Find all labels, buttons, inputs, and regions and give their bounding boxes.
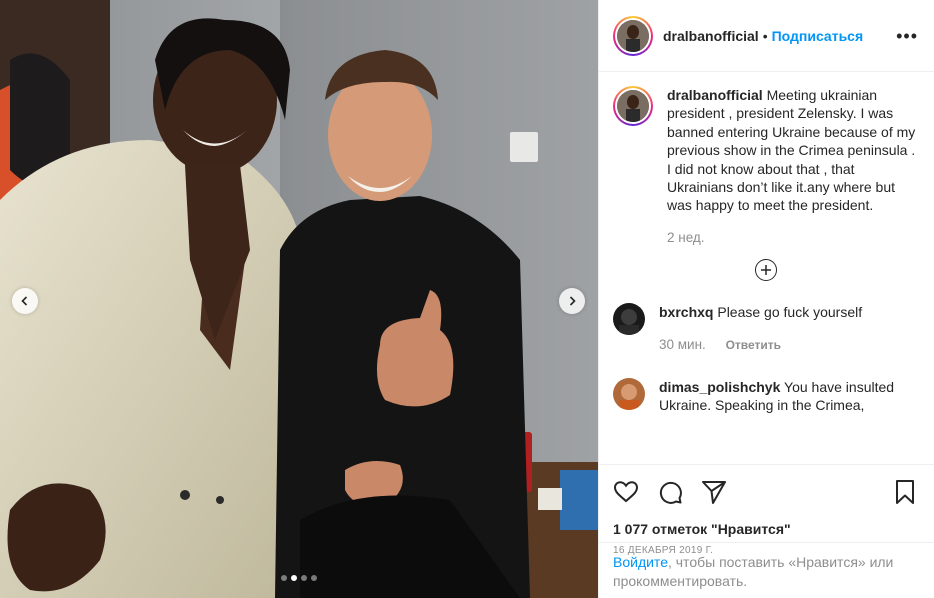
likes-count[interactable]: 1 077 отметок "Нравится" <box>613 521 918 537</box>
post-author-username[interactable]: dralbanofficial <box>663 28 759 44</box>
more-options-icon[interactable]: ••• <box>896 27 918 45</box>
carousel-dot <box>281 575 287 581</box>
login-link[interactable]: Войдите <box>613 554 668 570</box>
post-header: dralbanofficial • Подписаться ••• <box>599 0 934 72</box>
comment-username[interactable]: dimas_polishchyk <box>659 379 780 395</box>
carousel-dot <box>311 575 317 581</box>
comment-text: Please go fuck yourself <box>717 304 863 321</box>
plus-circle-icon <box>760 265 771 276</box>
carousel-indicator <box>0 575 598 581</box>
comment-item: bxrchxq Please go fuck yourself 30 мин. … <box>613 303 918 354</box>
heart-icon <box>613 481 639 503</box>
carousel-dot <box>291 575 297 581</box>
like-button[interactable] <box>613 479 639 505</box>
login-prompt: Войдите, чтобы поставить «Нравится» или … <box>599 542 934 598</box>
send-icon <box>702 481 726 504</box>
post-photo[interactable] <box>0 0 598 598</box>
comment-item: dimas_polishchyk You have insulted Ukrai… <box>613 378 918 415</box>
photo-image <box>0 0 598 598</box>
comment-icon <box>659 481 682 504</box>
share-button[interactable] <box>701 479 727 505</box>
avatar[interactable] <box>613 15 653 56</box>
separator-dot: • <box>762 27 768 44</box>
caption-text: Meeting ukrainian president , president … <box>667 87 916 214</box>
caption-username[interactable]: dralbanofficial <box>667 87 763 103</box>
chevron-right-icon <box>569 296 576 306</box>
profile-picture <box>617 19 649 52</box>
carousel-next-button[interactable] <box>559 288 585 314</box>
post-side-panel: dralbanofficial • Подписаться ••• dralba… <box>598 0 934 598</box>
bookmark-icon <box>896 480 914 504</box>
carousel-dot <box>301 575 307 581</box>
reply-button[interactable]: Ответить <box>726 338 781 352</box>
save-button[interactable] <box>892 479 918 505</box>
caption-row: dralbanofficial Meeting ukrainian presid… <box>613 86 918 247</box>
comments-section: dralbanofficial Meeting ukrainian presid… <box>599 72 934 464</box>
comment-username[interactable]: bxrchxq <box>659 304 713 320</box>
chevron-left-icon <box>21 296 28 306</box>
commenter-avatar[interactable] <box>613 303 645 336</box>
comment-button[interactable] <box>657 479 683 505</box>
follow-button[interactable]: Подписаться <box>772 28 864 44</box>
caption-time: 2 нед. <box>667 229 705 245</box>
caption-avatar[interactable] <box>613 86 653 126</box>
instagram-post: dralbanofficial • Подписаться ••• dralba… <box>0 0 934 598</box>
profile-picture <box>617 90 649 122</box>
load-more-comments-button[interactable] <box>754 259 777 282</box>
carousel-prev-button[interactable] <box>12 288 38 314</box>
comment-time: 30 мин. <box>659 336 706 352</box>
commenter-avatar[interactable] <box>613 378 645 411</box>
